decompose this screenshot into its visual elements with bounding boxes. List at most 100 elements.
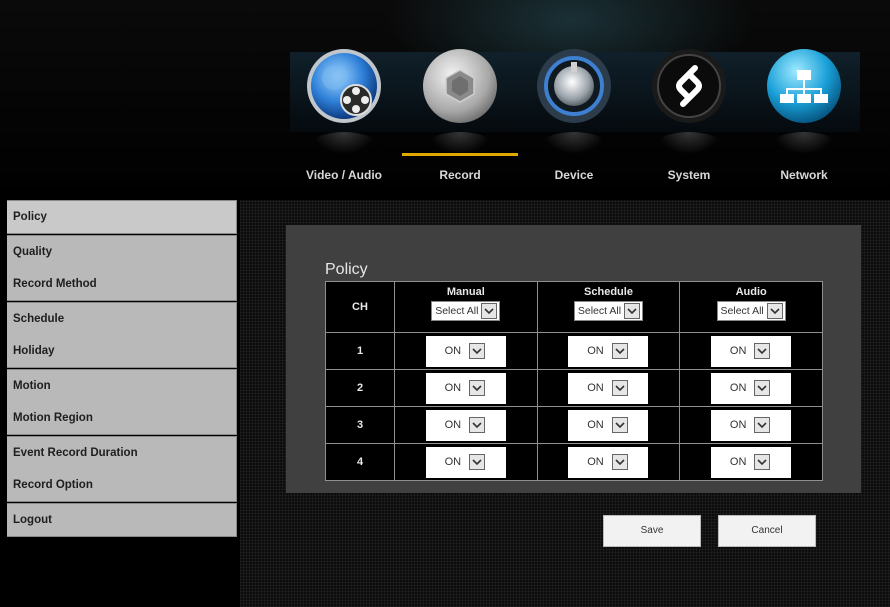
sidebar-item-record-option[interactable]: Record Option: [7, 469, 236, 501]
table-row: 3 ON ON ON: [325, 406, 823, 444]
chevron-down-icon: [611, 380, 628, 396]
chevron-down-icon: [754, 454, 771, 470]
nav-label: System: [667, 168, 711, 182]
panel-title: Policy: [325, 261, 368, 278]
column-title: Audio: [735, 286, 767, 298]
sidebar-item-holiday[interactable]: Holiday: [7, 335, 236, 367]
chevron-down-icon: [766, 303, 783, 319]
nav-label: Record: [439, 168, 481, 182]
table-cell: ON: [679, 369, 823, 407]
audio-dropdown[interactable]: ON: [711, 409, 792, 441]
table-cell: ON: [394, 369, 538, 407]
sidebar-item-quality[interactable]: Quality: [7, 236, 236, 268]
sidebar-group: Logout: [7, 503, 237, 537]
nav-reflection: [773, 132, 835, 154]
sidebar-group: Policy: [7, 200, 237, 234]
sidebar-item-schedule[interactable]: Schedule: [7, 303, 236, 335]
table-cell: ON: [679, 443, 823, 481]
chevron-down-icon: [469, 380, 486, 396]
schedule-dropdown[interactable]: ON: [568, 335, 649, 367]
dropdown-value: ON: [729, 419, 747, 431]
table-cell: ON: [536, 369, 681, 407]
system-icon: [651, 48, 727, 124]
manual-column-header: Manual Select All: [394, 281, 538, 333]
nav-device[interactable]: Device: [519, 48, 629, 198]
nav-reflection: [429, 132, 491, 154]
channel-number: 4: [325, 443, 395, 481]
nav-system[interactable]: System: [634, 48, 744, 198]
dropdown-value: ON: [444, 456, 462, 468]
audio-dropdown[interactable]: ON: [711, 372, 792, 404]
schedule-dropdown[interactable]: ON: [568, 372, 649, 404]
sidebar: Policy Quality Record Method Schedule Ho…: [7, 200, 237, 538]
sidebar-item-record-method[interactable]: Record Method: [7, 268, 236, 300]
table-cell: ON: [536, 406, 681, 444]
dropdown-value: ON: [587, 345, 604, 357]
channel-number: 3: [325, 406, 395, 444]
chevron-down-icon: [611, 417, 628, 433]
sidebar-item-motion[interactable]: Motion: [7, 370, 236, 402]
audio-select-all-dropdown[interactable]: Select All: [716, 301, 786, 321]
record-icon: [422, 48, 498, 124]
save-button[interactable]: Save: [603, 515, 701, 547]
dropdown-value: Select All: [720, 305, 764, 317]
audio-column-header: Audio Select All: [679, 281, 823, 333]
table-header-row: CH Manual Select All Schedule Select All: [325, 281, 823, 333]
nav-label: Device: [554, 168, 594, 182]
dropdown-value: ON: [444, 345, 462, 357]
policy-panel: Policy CH Manual Select All Schedule Sel…: [286, 225, 861, 493]
dropdown-value: ON: [587, 382, 604, 394]
dropdown-value: ON: [729, 456, 747, 468]
chevron-down-icon: [469, 343, 486, 359]
cancel-button[interactable]: Cancel: [718, 515, 816, 547]
schedule-select-all-dropdown[interactable]: Select All: [573, 301, 644, 321]
table-cell: ON: [394, 406, 538, 444]
chevron-down-icon: [469, 454, 486, 470]
dropdown-value: Select All: [577, 305, 622, 317]
dropdown-value: ON: [729, 345, 747, 357]
nav-video-audio[interactable]: Video / Audio: [289, 48, 399, 198]
nav-network[interactable]: Network: [749, 48, 859, 198]
ch-header: CH: [325, 281, 395, 333]
sidebar-item-policy[interactable]: Policy: [7, 201, 236, 233]
audio-dropdown[interactable]: ON: [711, 335, 792, 367]
nav-reflection: [313, 132, 375, 154]
policy-table: CH Manual Select All Schedule Select All: [325, 281, 823, 481]
sidebar-group: Event Record Duration Record Option: [7, 436, 237, 502]
schedule-dropdown[interactable]: ON: [568, 409, 649, 441]
chevron-down-icon: [624, 303, 641, 319]
schedule-column-header: Schedule Select All: [536, 281, 681, 333]
device-icon: [536, 48, 612, 124]
nav-label: Video / Audio: [305, 168, 382, 182]
sidebar-group: Motion Motion Region: [7, 369, 237, 435]
chevron-down-icon: [469, 417, 486, 433]
nav-reflection: [543, 132, 605, 154]
audio-dropdown[interactable]: ON: [711, 446, 792, 478]
sidebar-item-event-record-duration[interactable]: Event Record Duration: [7, 437, 236, 469]
dropdown-value: ON: [444, 419, 462, 431]
dropdown-value: ON: [587, 419, 604, 431]
manual-dropdown[interactable]: ON: [425, 409, 506, 441]
chevron-down-icon: [754, 343, 771, 359]
table-cell: ON: [394, 443, 538, 481]
manual-dropdown[interactable]: ON: [425, 335, 506, 367]
table-row: 4 ON ON ON: [325, 443, 823, 481]
manual-dropdown[interactable]: ON: [425, 446, 506, 478]
schedule-dropdown[interactable]: ON: [568, 446, 649, 478]
sidebar-item-motion-region[interactable]: Motion Region: [7, 402, 236, 434]
sidebar-item-logout[interactable]: Logout: [7, 504, 236, 536]
manual-select-all-dropdown[interactable]: Select All: [431, 301, 501, 321]
table-cell: ON: [679, 332, 823, 370]
chevron-down-icon: [754, 380, 771, 396]
chevron-down-icon: [754, 417, 771, 433]
table-row: 2 ON ON ON: [325, 369, 823, 407]
dropdown-value: ON: [587, 456, 604, 468]
nav-label: Network: [780, 168, 828, 182]
dropdown-value: ON: [729, 382, 747, 394]
top-banner: Video / Audio Record Device System Netwo…: [0, 0, 890, 200]
table-cell: ON: [536, 332, 681, 370]
video-audio-icon: [306, 48, 382, 124]
manual-dropdown[interactable]: ON: [425, 372, 506, 404]
nav-record[interactable]: Record: [405, 48, 515, 198]
table-cell: ON: [536, 443, 681, 481]
